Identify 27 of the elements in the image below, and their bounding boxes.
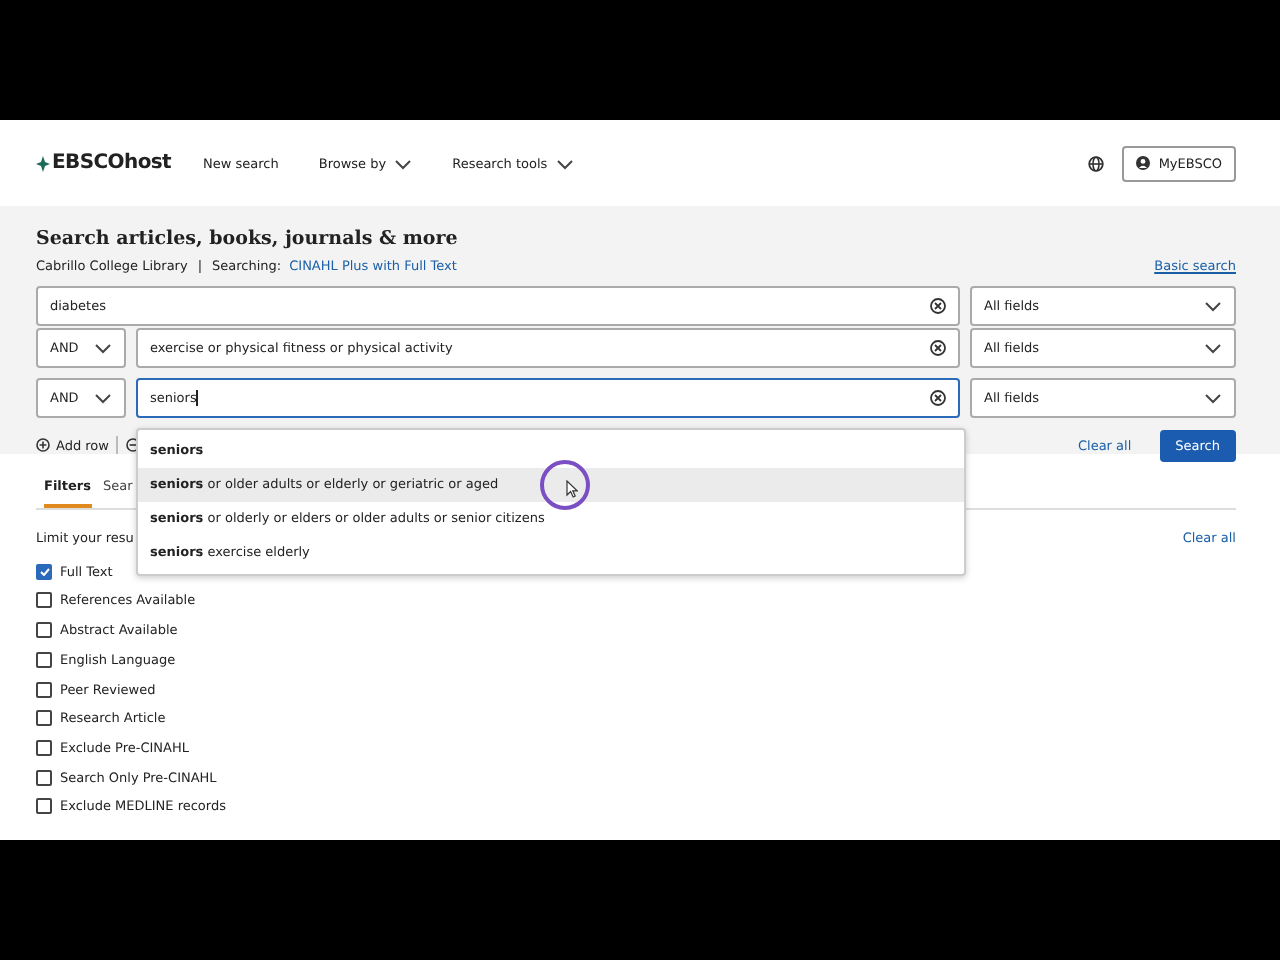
checkbox[interactable]: [36, 681, 52, 697]
checkbox[interactable]: [36, 592, 52, 609]
clear-icon: [930, 298, 946, 314]
checkbox[interactable]: [36, 798, 52, 815]
user-icon: [1136, 156, 1151, 170]
clear-icon: [930, 390, 946, 406]
checkbox[interactable]: [36, 651, 52, 668]
clear-icon: [930, 340, 946, 356]
pointer-icon: [566, 480, 578, 498]
checkbox[interactable]: [36, 622, 52, 639]
chevron-down-icon: [394, 157, 413, 169]
checkmark-icon: [39, 567, 49, 576]
checkbox[interactable]: [36, 563, 52, 580]
chevron-down-icon: [1204, 342, 1222, 354]
chevron-down-icon: [1204, 300, 1222, 312]
page-title: Search articles, books, journals & more: [36, 228, 460, 250]
globe-icon: [1088, 155, 1105, 171]
plus-circle-icon: [36, 438, 50, 452]
checkbox[interactable]: [36, 710, 52, 727]
logo[interactable]: EBSCOhost: [52, 152, 172, 174]
logo-icon: [36, 155, 50, 171]
chevron-down-icon: [555, 157, 574, 169]
chevron-down-icon: [1204, 392, 1222, 404]
chevron-down-icon: [94, 392, 112, 404]
checkbox[interactable]: [36, 739, 52, 756]
chevron-down-icon: [94, 342, 112, 354]
checkbox[interactable]: [36, 769, 52, 786]
